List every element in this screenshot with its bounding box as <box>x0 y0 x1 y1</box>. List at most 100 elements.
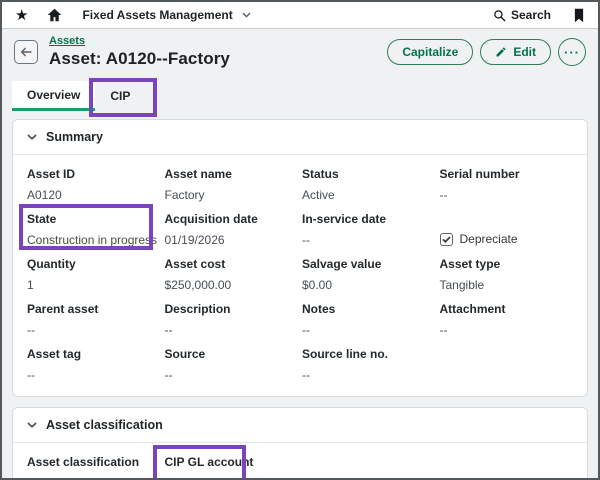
field-label: Asset classification <box>27 455 161 469</box>
field-value: -- <box>440 323 574 337</box>
field-label: Source line no. <box>302 347 436 361</box>
field-cip-gl-account: CIP GL account 1502--Buildings <box>165 455 299 480</box>
field-label: Parent asset <box>27 302 161 316</box>
field-label: Asset name <box>165 167 299 181</box>
field-value: -- <box>165 368 299 382</box>
bookmark-icon[interactable] <box>573 8 585 23</box>
home-icon-glyph <box>47 8 62 22</box>
field-label: CIP GL account <box>165 455 299 469</box>
field-label: Asset tag <box>27 347 161 361</box>
home-icon[interactable] <box>47 8 62 22</box>
field-description: Description -- <box>165 302 299 337</box>
field-source-line-no: Source line no. -- <box>302 347 436 382</box>
content: Summary Asset ID A0120 Asset name Factor… <box>2 111 598 480</box>
field-label: Serial number <box>440 167 574 181</box>
favorites-star-icon[interactable]: ★ <box>15 8 28 23</box>
collapse-chevron-icon <box>27 422 37 428</box>
classification-section-title: Asset classification <box>46 418 163 432</box>
breadcrumb-assets-link[interactable]: Assets <box>49 35 85 47</box>
check-icon <box>442 236 451 243</box>
classification-card: Asset classification Asset classificatio… <box>12 407 588 480</box>
summary-section-header[interactable]: Summary <box>13 120 587 155</box>
field-asset-classification: Asset classification BU--Buildings <box>27 455 161 480</box>
more-actions-button[interactable]: ··· <box>558 38 586 66</box>
depreciate-checkbox[interactable] <box>440 233 453 246</box>
edit-button[interactable]: Edit <box>480 39 551 65</box>
chevron-down-icon <box>242 12 251 18</box>
field-value: -- <box>27 368 161 382</box>
app-title: Fixed Assets Management <box>82 8 232 22</box>
field-asset-id: Asset ID A0120 <box>27 167 161 202</box>
more-actions-label: ··· <box>564 45 580 60</box>
app-window: ★ Fixed Assets Management Search <box>0 0 600 480</box>
field-label: Status <box>302 167 436 181</box>
topbar: ★ Fixed Assets Management Search <box>2 2 598 29</box>
field-notes: Notes -- <box>302 302 436 337</box>
search-button[interactable]: Search <box>493 8 551 22</box>
field-empty <box>440 347 574 382</box>
summary-section-title: Summary <box>46 130 103 144</box>
summary-field-grid: Asset ID A0120 Asset name Factory Status… <box>13 155 587 396</box>
field-asset-name: Asset name Factory <box>165 167 299 202</box>
field-in-service-date: In-service date -- <box>302 212 436 247</box>
asset-classification-link[interactable]: BU--Buildings <box>27 476 100 480</box>
field-asset-cost: Asset cost $250,000.00 <box>165 257 299 292</box>
capitalize-button[interactable]: Capitalize <box>387 39 473 65</box>
app-switcher[interactable]: Fixed Assets Management <box>82 8 250 22</box>
topbar-right: Search <box>493 8 585 23</box>
page-title: Asset: A0120--Factory <box>49 49 230 69</box>
field-depreciate: Depreciate <box>440 212 574 247</box>
field-value: Factory <box>165 188 299 202</box>
capitalize-label: Capitalize <box>402 45 458 59</box>
field-attachment: Attachment -- <box>440 302 574 337</box>
field-acquisition-date: Acquisition date 01/19/2026 <box>165 212 299 247</box>
tab-cip[interactable]: CIP <box>95 81 145 111</box>
field-label: Asset ID <box>27 167 161 181</box>
field-asset-type: Asset type Tangible <box>440 257 574 292</box>
field-label: In-service date <box>302 212 436 226</box>
title-block: Assets Asset: A0120--Factory <box>49 35 230 69</box>
field-serial-number: Serial number -- <box>440 167 574 202</box>
back-button[interactable] <box>14 40 38 64</box>
field-label: Asset type <box>440 257 574 271</box>
field-value: -- <box>302 368 436 382</box>
tab-cip-label: CIP <box>110 89 130 103</box>
classification-section-header[interactable]: Asset classification <box>13 408 587 443</box>
field-label: Description <box>165 302 299 316</box>
field-value: -- <box>27 323 161 337</box>
field-salvage-value: Salvage value $0.00 <box>302 257 436 292</box>
field-source: Source -- <box>165 347 299 382</box>
classification-field-grid: Asset classification BU--Buildings CIP G… <box>13 443 587 480</box>
depreciate-checkbox-row[interactable]: Depreciate <box>440 232 518 246</box>
field-label: Acquisition date <box>165 212 299 226</box>
edit-label: Edit <box>513 45 536 59</box>
cip-gl-account-link[interactable]: 1502--Buildings <box>165 476 248 480</box>
collapse-chevron-icon <box>27 134 37 140</box>
field-state: State Construction in progress <box>27 212 161 247</box>
header-actions: Capitalize Edit ··· <box>387 38 586 66</box>
field-label: Attachment <box>440 302 574 316</box>
field-value: $250,000.00 <box>165 278 299 292</box>
field-status: Status Active <box>302 167 436 202</box>
field-label: State <box>27 212 161 226</box>
field-asset-tag: Asset tag -- <box>27 347 161 382</box>
field-quantity: Quantity 1 <box>27 257 161 292</box>
field-label: Salvage value <box>302 257 436 271</box>
field-value: $0.00 <box>302 278 436 292</box>
search-label: Search <box>511 8 551 22</box>
search-icon <box>493 9 506 22</box>
field-value: -- <box>165 323 299 337</box>
field-value: -- <box>302 233 436 247</box>
tab-overview[interactable]: Overview <box>12 81 95 111</box>
field-value: Tangible <box>440 278 574 292</box>
field-label: Quantity <box>27 257 161 271</box>
page-header: Assets Asset: A0120--Factory Capitalize … <box>2 29 598 77</box>
bookmark-icon-glyph <box>573 8 585 23</box>
field-value: -- <box>440 188 574 202</box>
field-value: Active <box>302 188 436 202</box>
field-parent-asset: Parent asset -- <box>27 302 161 337</box>
field-label: Notes <box>302 302 436 316</box>
field-value: Construction in progress <box>27 233 161 247</box>
depreciate-label: Depreciate <box>460 232 518 246</box>
tab-overview-label: Overview <box>27 88 80 102</box>
